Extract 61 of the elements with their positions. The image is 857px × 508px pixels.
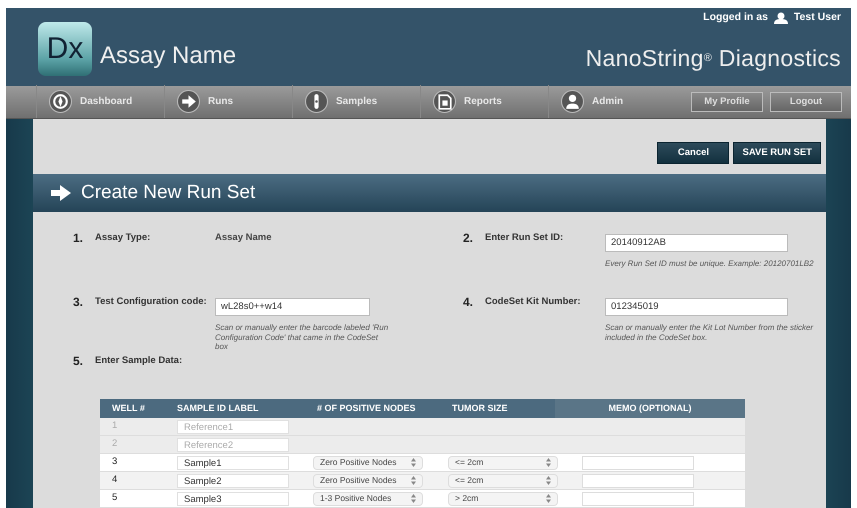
- user-name[interactable]: Test User: [794, 10, 841, 26]
- field-label: CodeSet Kit Number:: [485, 295, 582, 310]
- text-field[interactable]: 012345019: [605, 298, 788, 316]
- text-field[interactable]: wL28s0++w14: [215, 298, 370, 316]
- tube-icon: [305, 90, 328, 114]
- tumor-size-select[interactable]: <= 2cm: [448, 456, 558, 470]
- sample-id-field[interactable]: Sample3: [177, 492, 289, 506]
- column-header: SAMPLE ID LABEL: [176, 402, 260, 415]
- hint-text: Scan or manually enter the Kit Lot Number from the sticker included in the CodeSet box.: [605, 323, 814, 342]
- step-number: 2.: [463, 230, 474, 248]
- tumor-size-select[interactable]: > 2cm: [448, 492, 558, 506]
- column-header: # OF POSITIVE NODES: [316, 402, 417, 415]
- memo-field[interactable]: [582, 474, 694, 488]
- field-label: Enter Sample Data:: [95, 354, 182, 368]
- updown-icon: [546, 494, 551, 503]
- field-label: Assay Type:: [95, 231, 152, 246]
- document-icon: [433, 90, 456, 114]
- field-label: Enter Run Set ID:: [485, 231, 564, 246]
- column-header: WELL #: [111, 402, 146, 415]
- arrow-icon: [51, 185, 71, 202]
- nodes-select[interactable]: Zero Positive Nodes: [313, 456, 423, 470]
- sample-id-field: Reference2: [177, 438, 289, 452]
- person-icon: [561, 90, 584, 114]
- hint-text: Every Run Set ID must be unique. Example: 20120701LB2: [605, 259, 815, 269]
- sample-id-field[interactable]: Sample1: [177, 456, 289, 470]
- memo-field[interactable]: [582, 492, 694, 506]
- user-icon: [772, 12, 789, 24]
- well-number: 4: [111, 473, 118, 488]
- text-field[interactable]: 20140912AB: [605, 234, 788, 252]
- step-number: 1.: [73, 230, 84, 248]
- tumor-size-select[interactable]: <= 2cm: [448, 474, 558, 488]
- logo: Dx: [38, 22, 92, 76]
- cancel-button[interactable]: Cancel: [657, 142, 730, 164]
- compass-icon: [49, 90, 72, 114]
- step-number: 5.: [73, 353, 84, 370]
- nodes-select[interactable]: Zero Positive Nodes: [313, 474, 423, 488]
- field-label: Test Configuration code:: [95, 295, 208, 310]
- well-number: 1: [111, 419, 118, 434]
- column-header: MEMO (OPTIONAL): [555, 399, 745, 418]
- updown-icon: [546, 458, 551, 467]
- login-label: Logged in as: [703, 10, 768, 25]
- step-number: 4.: [463, 294, 474, 312]
- sample-id-field: Reference1: [177, 420, 289, 434]
- page-title: Create New Run Set: [81, 180, 256, 205]
- brand-name: NanoString$^{®}$ Diagnostics: [586, 44, 841, 74]
- updown-icon: [411, 476, 416, 485]
- updown-icon: [411, 458, 416, 467]
- updown-icon: [546, 476, 551, 485]
- hint-text: Scan or manually enter the barcode labeled 'Run Configuration Code' that came in the CodeSet box: [215, 323, 390, 352]
- sample-id-field[interactable]: Sample2: [177, 474, 289, 488]
- well-number: 5: [111, 491, 118, 506]
- field-value: Assay Name: [215, 231, 273, 246]
- save-button[interactable]: SAVE RUN SET: [733, 142, 821, 164]
- step-number: 3.: [73, 294, 84, 312]
- column-header: TUMOR SIZE: [451, 402, 508, 415]
- memo-field[interactable]: [582, 456, 694, 470]
- nodes-select[interactable]: 1-3 Positive Nodes: [313, 492, 423, 506]
- updown-icon: [411, 494, 416, 503]
- well-number: 2: [111, 437, 118, 452]
- well-number: 3: [111, 455, 118, 470]
- app-title: Assay Name: [100, 40, 236, 71]
